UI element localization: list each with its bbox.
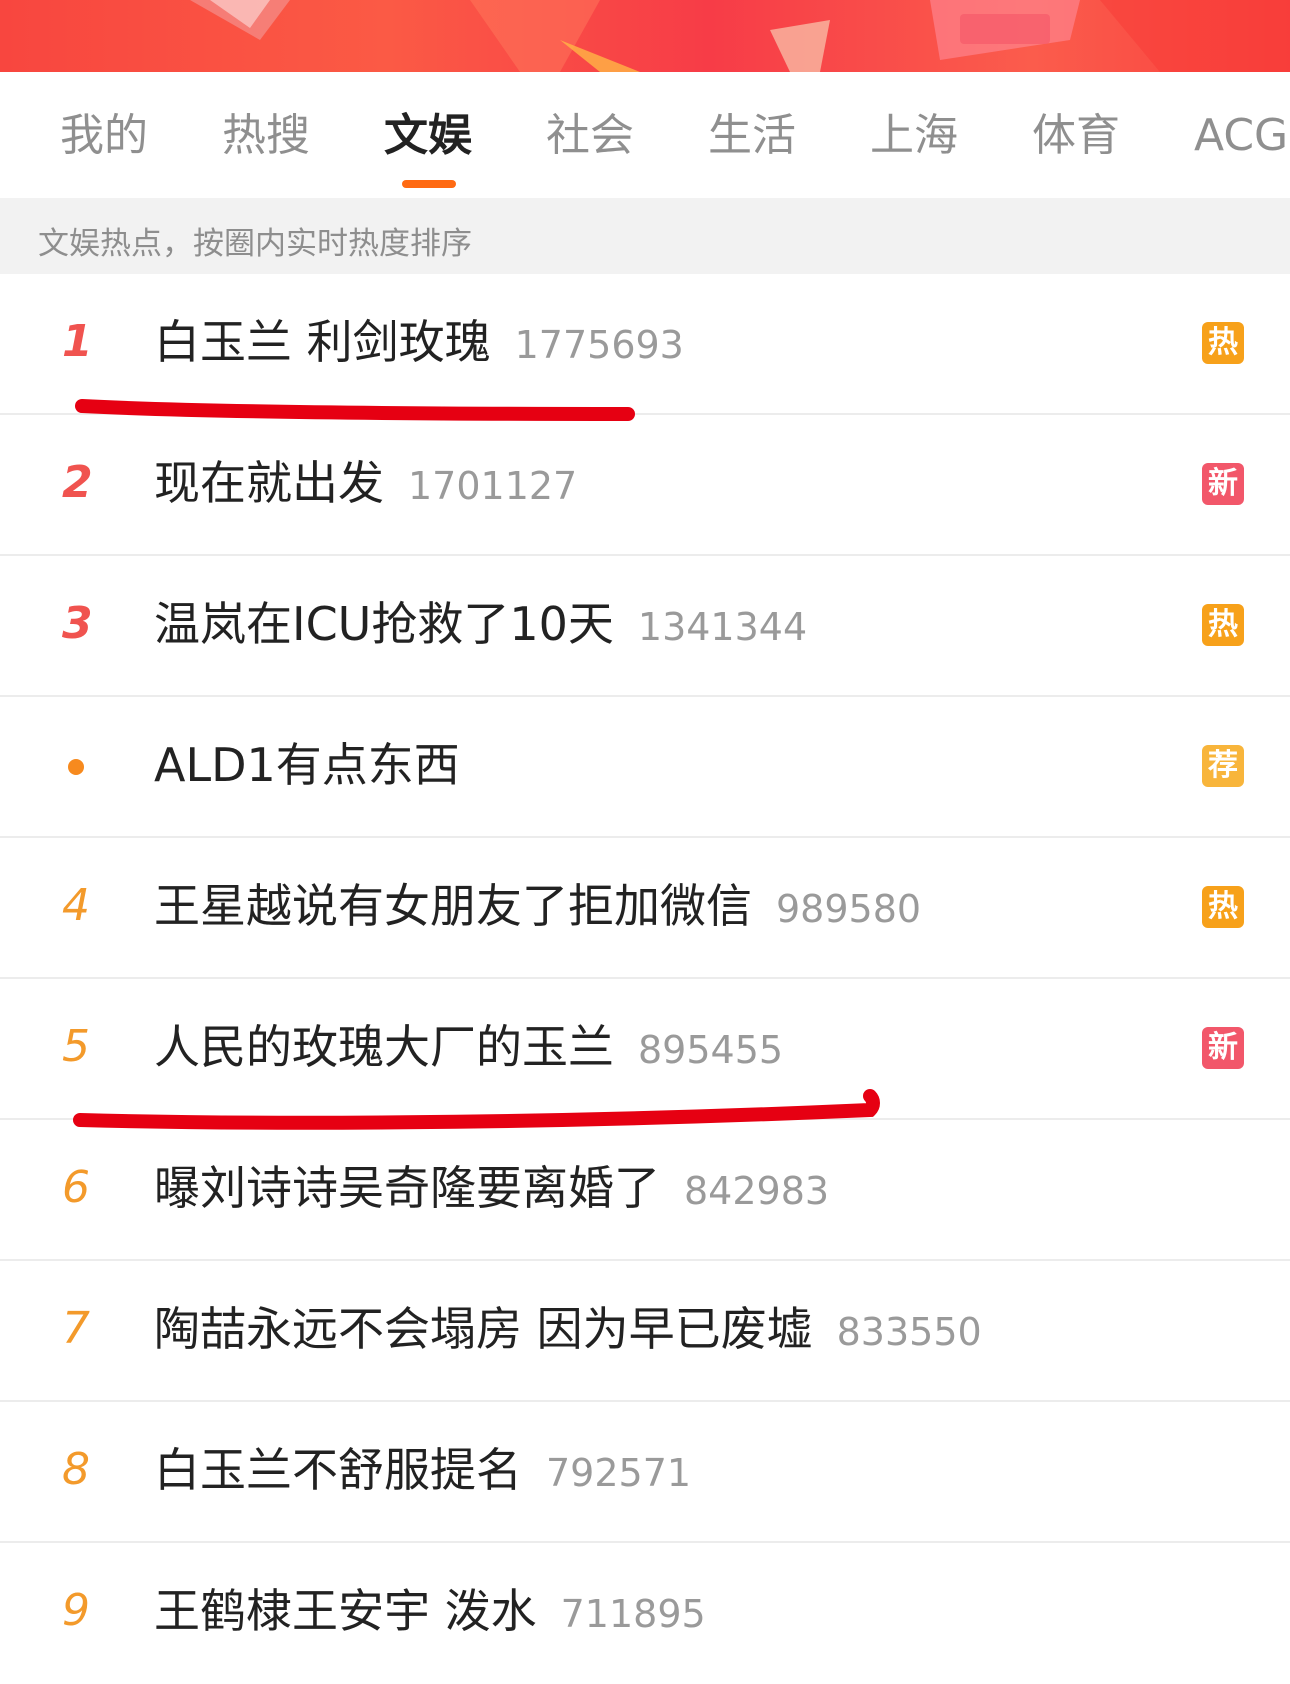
list-item-title-group: 陶喆永远不会塌房 因为早已废墟 833550 (154, 1297, 982, 1372)
list-item[interactable]: 4 王星越说有女朋友了拒加微信 989580 热 (0, 838, 1290, 979)
tab-society[interactable]: 社会 (546, 106, 634, 166)
heat-count: 1775693 (514, 323, 684, 367)
promoted-dot-icon (68, 759, 84, 775)
list-item-title-group: 现在就出发 1701127 (154, 451, 577, 526)
tab-hot-search[interactable]: 热搜 (222, 106, 310, 166)
tab-life[interactable]: 生活 (708, 106, 796, 166)
list-item-title[interactable]: 现在就出发 (154, 456, 384, 510)
channel-tabs: 我的 热搜 文娱 社会 生活 上海 体育 ACG (0, 72, 1290, 198)
rank-number: 9 (62, 1585, 90, 1636)
list-item-title[interactable]: 陶喆永远不会塌房 因为早已废墟 (154, 1302, 813, 1356)
tab-entertainment[interactable]: 文娱 (384, 106, 472, 166)
heat-count: 833550 (836, 1310, 982, 1354)
list-item[interactable]: 2 现在就出发 1701127 新 (0, 415, 1290, 556)
rank-number: 1 (62, 316, 93, 367)
rank-number: 6 (62, 1162, 90, 1213)
heat-count: 711895 (560, 1592, 706, 1636)
hot-badge: 热 (1202, 886, 1244, 928)
list-item-title[interactable]: 温岚在ICU抢救了10天 (154, 597, 614, 651)
list-item[interactable]: 8 白玉兰不舒服提名 792571 (0, 1402, 1290, 1543)
hot-badge: 热 (1202, 604, 1244, 646)
list-item-promoted[interactable]: ALD1有点东西 荐 (0, 697, 1290, 838)
list-item-title-group: ALD1有点东西 (154, 733, 460, 808)
list-item-title-group: 白玉兰 利剑玫瑰 1775693 (154, 310, 684, 385)
heat-count: 792571 (546, 1451, 692, 1495)
heat-count: 1341344 (637, 605, 808, 649)
subtitle-bar: 文娱热点，按圈内实时热度排序 (0, 198, 1290, 274)
banner-decoration (190, 0, 1290, 72)
rank-number: 5 (62, 1021, 90, 1072)
list-item-title[interactable]: 白玉兰不舒服提名 (154, 1443, 522, 1497)
list-item-title[interactable]: 王鹤棣王安宇 泼水 (154, 1584, 537, 1638)
heat-count: 989580 (776, 887, 922, 931)
list-item[interactable]: 3 温岚在ICU抢救了10天 1341344 热 (0, 556, 1290, 697)
list-item-title[interactable]: 白玉兰 利剑玫瑰 (154, 315, 491, 369)
tab-shanghai[interactable]: 上海 (870, 106, 958, 166)
rank-number: 8 (62, 1444, 90, 1495)
rank-number: 7 (62, 1303, 90, 1354)
header-banner (0, 0, 1290, 72)
hot-badge: 热 (1202, 322, 1244, 364)
active-tab-indicator (402, 180, 456, 188)
list-item-title[interactable]: ALD1有点东西 (154, 738, 460, 792)
heat-count: 842983 (684, 1169, 830, 1213)
list-item-title-group: 白玉兰不舒服提名 792571 (154, 1438, 691, 1513)
list-item-title[interactable]: 曝刘诗诗吴奇隆要离婚了 (154, 1161, 660, 1215)
list-item-title[interactable]: 人民的玫瑰大厂的玉兰 (154, 1020, 614, 1074)
list-item[interactable]: 1 白玉兰 利剑玫瑰 1775693 热 (0, 274, 1290, 415)
list-item-title-group: 曝刘诗诗吴奇隆要离婚了 842983 (154, 1156, 829, 1231)
list-item[interactable]: 5 人民的玫瑰大厂的玉兰 895455 新 (0, 979, 1290, 1120)
list-item-title[interactable]: 王星越说有女朋友了拒加微信 (154, 879, 752, 933)
heat-count: 1701127 (408, 464, 578, 508)
rank-number: 2 (62, 457, 93, 508)
tab-acg[interactable]: ACG (1194, 106, 1288, 166)
heat-count: 895455 (638, 1028, 784, 1072)
tab-sports[interactable]: 体育 (1032, 106, 1120, 166)
list-item-title-group: 王星越说有女朋友了拒加微信 989580 (154, 874, 921, 949)
rank-number: 3 (62, 598, 93, 649)
rank-number: 4 (62, 880, 90, 931)
new-badge: 新 (1202, 1027, 1244, 1069)
list-item-title-group: 王鹤棣王安宇 泼水 711895 (154, 1579, 706, 1654)
recommend-badge: 荐 (1202, 745, 1244, 787)
list-item-title-group: 人民的玫瑰大厂的玉兰 895455 (154, 1015, 783, 1090)
section-subtitle: 文娱热点，按圈内实时热度排序 (38, 226, 472, 262)
list-item-title-group: 温岚在ICU抢救了10天 1341344 (154, 592, 807, 667)
hot-list: 1 白玉兰 利剑玫瑰 1775693 热 2 现在就出发 1701127 新 3 温… (0, 274, 1290, 1684)
tab-mine[interactable]: 我的 (60, 106, 148, 166)
list-item[interactable]: 6 曝刘诗诗吴奇隆要离婚了 842983 (0, 1120, 1290, 1261)
list-item[interactable]: 7 陶喆永远不会塌房 因为早已废墟 833550 (0, 1261, 1290, 1402)
new-badge: 新 (1202, 463, 1244, 505)
